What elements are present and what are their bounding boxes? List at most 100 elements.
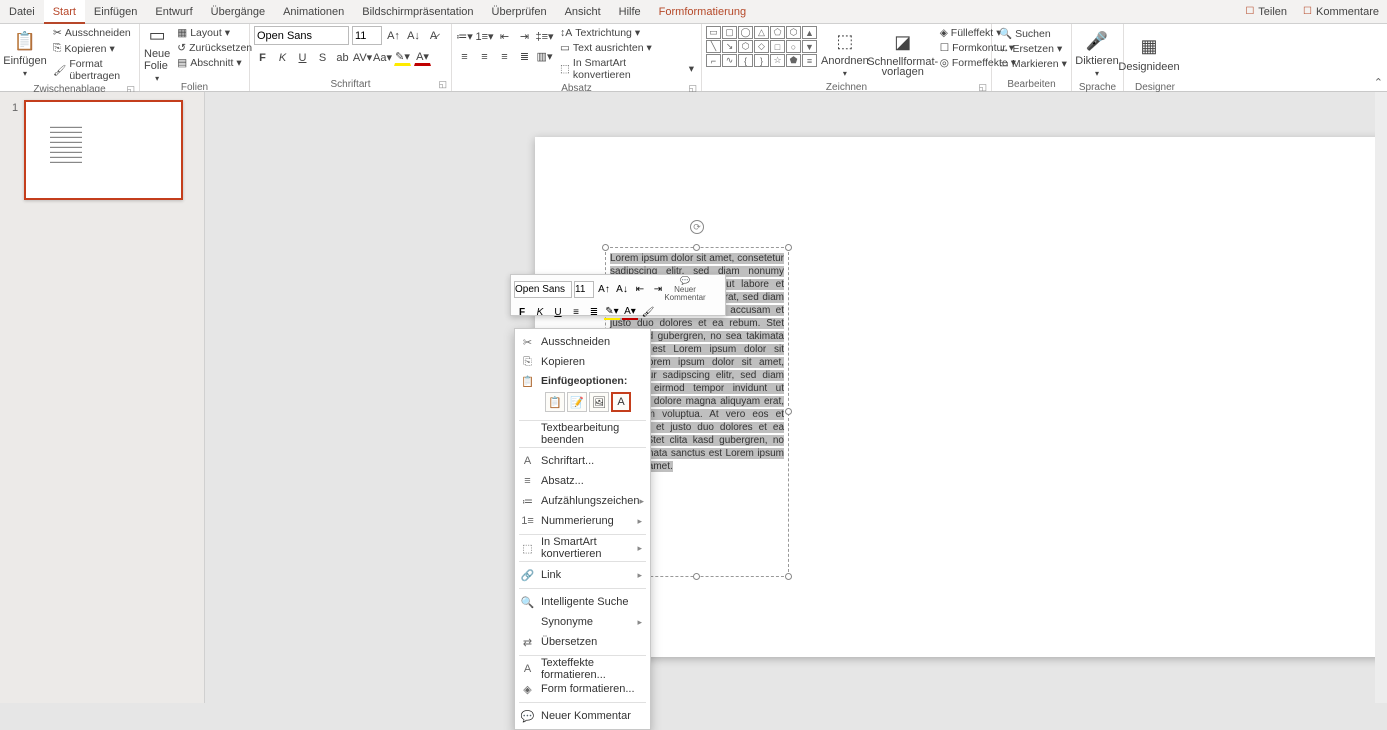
paste-option-keep-source[interactable]: 📋: [545, 392, 565, 412]
spacing-button[interactable]: AV▾: [354, 49, 371, 66]
mini-shrink-font[interactable]: A↓: [614, 281, 630, 297]
align-center-button[interactable]: ≡: [476, 48, 493, 65]
shapes-gallery[interactable]: ▭▢◯△⬠⬡▲ ╲↘⬡◇□○▼ ⌐∿{}☆⬟≡: [706, 26, 817, 67]
strike-button[interactable]: S: [314, 49, 331, 66]
tab-animationen[interactable]: Animationen: [274, 0, 353, 24]
find-button[interactable]: 🔍 Suchen: [996, 26, 1070, 41]
share-button[interactable]: Teilen: [1237, 6, 1295, 18]
resize-handle[interactable]: [693, 573, 700, 580]
text-direction-button[interactable]: ↕A Textrichtung ▾: [557, 26, 697, 40]
mini-align[interactable]: ≡: [568, 304, 584, 320]
bullets-button[interactable]: ≔▾: [456, 28, 473, 45]
tab-einfuegen[interactable]: Einfügen: [85, 0, 146, 24]
slides-panel[interactable]: 1 ▬▬▬▬▬▬▬▬▬▬▬▬▬▬▬▬▬▬▬▬▬▬▬▬▬▬▬▬▬▬▬▬▬▬▬▬▬▬…: [0, 92, 205, 703]
vertical-scrollbar[interactable]: [1375, 92, 1387, 703]
justify-button[interactable]: ≣: [516, 48, 533, 65]
italic-button[interactable]: K: [274, 49, 291, 66]
tab-start[interactable]: Start: [44, 0, 85, 24]
tab-formformatierung[interactable]: Formformatierung: [650, 0, 755, 24]
columns-button[interactable]: ▥▾: [536, 48, 553, 65]
resize-handle[interactable]: [693, 244, 700, 251]
mini-bold[interactable]: F: [514, 304, 530, 320]
select-button[interactable]: ▭ Markieren ▾: [996, 57, 1070, 71]
numbering-button[interactable]: 1≡▾: [476, 28, 493, 45]
tab-datei[interactable]: Datei: [0, 0, 44, 24]
copy-button[interactable]: ⎘ Kopieren ▾: [50, 41, 135, 56]
layout-button[interactable]: ▦ Layout ▾: [174, 26, 255, 40]
ctx-link[interactable]: 🔗Link▸: [515, 565, 650, 585]
tab-uebergaenge[interactable]: Übergänge: [202, 0, 274, 24]
convert-smartart-button[interactable]: ⬚ In SmartArt konvertieren ▾: [557, 56, 697, 82]
resize-handle[interactable]: [602, 244, 609, 251]
bold-button[interactable]: F: [254, 49, 271, 66]
ctx-text-effects[interactable]: ATexteffekte formatieren...: [515, 659, 650, 679]
ctx-exit-text-edit[interactable]: Textbearbeitung beenden: [515, 424, 650, 444]
ctx-cut[interactable]: ✂Ausschneiden: [515, 332, 650, 352]
tab-ansicht[interactable]: Ansicht: [556, 0, 610, 24]
new-slide-button[interactable]: ▭Neue Folie▾: [144, 26, 170, 81]
ctx-format-shape[interactable]: ◈Form formatieren...: [515, 679, 650, 699]
section-button[interactable]: ▤ Abschnitt ▾: [174, 56, 255, 70]
font-color-button[interactable]: A▾: [414, 49, 431, 66]
align-right-button[interactable]: ≡: [496, 48, 513, 65]
mini-font-size[interactable]: [574, 281, 594, 298]
ctx-translate[interactable]: ⇄Übersetzen: [515, 632, 650, 652]
ctx-copy[interactable]: ⎘Kopieren: [515, 352, 650, 372]
shadow-button[interactable]: ab: [334, 49, 351, 66]
slide-thumbnail-1[interactable]: 1 ▬▬▬▬▬▬▬▬▬▬▬▬▬▬▬▬▬▬▬▬▬▬▬▬▬▬▬▬▬▬▬▬▬▬▬▬▬▬…: [24, 100, 183, 200]
design-ideas-button[interactable]: ▦Designideen: [1128, 26, 1170, 81]
grow-font-button[interactable]: A↑: [385, 27, 402, 44]
tab-entwurf[interactable]: Entwurf: [146, 0, 201, 24]
mini-underline[interactable]: U: [550, 304, 566, 320]
tab-hilfe[interactable]: Hilfe: [610, 0, 650, 24]
rotate-handle[interactable]: ⟳: [690, 220, 704, 234]
ctx-numbering[interactable]: 1≡Nummerierung▸: [515, 511, 650, 531]
indent-dec-button[interactable]: ⇤: [496, 28, 513, 45]
ctx-new-comment[interactable]: 💬Neuer Kommentar: [515, 706, 650, 726]
comments-button[interactable]: Kommentare: [1295, 6, 1387, 18]
underline-button[interactable]: U: [294, 49, 311, 66]
indent-inc-button[interactable]: ⇥: [516, 28, 533, 45]
mini-grow-font[interactable]: A↑: [596, 281, 612, 297]
mini-font-name[interactable]: [514, 281, 572, 298]
resize-handle[interactable]: [785, 573, 792, 580]
paste-option-text-only[interactable]: A: [611, 392, 631, 412]
format-painter-button[interactable]: 🖌 Format übertragen: [50, 57, 135, 83]
mini-italic[interactable]: K: [532, 304, 548, 320]
mini-new-comment[interactable]: 💬Neuer Kommentar: [668, 276, 702, 302]
replace-button[interactable]: ↔ Ersetzen ▾: [996, 42, 1070, 56]
font-size-select[interactable]: [352, 26, 382, 45]
paste-button[interactable]: 📋Einfügen▾: [4, 26, 46, 81]
mini-align2[interactable]: ≣: [586, 304, 602, 320]
mini-indent-dec[interactable]: ⇤: [632, 281, 648, 297]
clear-format-button[interactable]: A̷: [425, 27, 442, 44]
slide-canvas[interactable]: ⟳ Lorem ipsum dolor sit amet, consetetur…: [205, 92, 1387, 703]
ctx-convert-smartart[interactable]: ⬚In SmartArt konvertieren▸: [515, 538, 650, 558]
change-case-button[interactable]: Aa▾: [374, 49, 391, 66]
font-name-select[interactable]: [254, 26, 349, 45]
ctx-paragraph[interactable]: ≡Absatz...: [515, 471, 650, 491]
collapse-ribbon-button[interactable]: ⌃: [1374, 76, 1383, 89]
ctx-synonyms[interactable]: Synonyme▸: [515, 612, 650, 632]
mini-highlight[interactable]: ✎▾: [604, 304, 620, 320]
tab-ueberpruefen[interactable]: Überprüfen: [483, 0, 556, 24]
ctx-smart-lookup[interactable]: 🔍Intelligente Suche: [515, 592, 650, 612]
ctx-font[interactable]: ASchriftart...: [515, 451, 650, 471]
arrange-button[interactable]: ⬚Anordnen▾: [821, 26, 869, 81]
highlight-button[interactable]: ✎▾: [394, 49, 411, 66]
mini-font-color[interactable]: A▾: [622, 304, 638, 320]
linespacing-button[interactable]: ‡≡▾: [536, 28, 553, 45]
paste-option-merge[interactable]: 📝: [567, 392, 587, 412]
mini-format-painter[interactable]: 🖌: [640, 304, 656, 320]
ctx-bullets[interactable]: ≔Aufzählungszeichen▸: [515, 491, 650, 511]
dictate-button[interactable]: 🎤Diktieren▾: [1076, 26, 1118, 81]
shrink-font-button[interactable]: A↓: [405, 27, 422, 44]
reset-button[interactable]: ↺ Zurücksetzen: [174, 41, 255, 55]
tab-bildschirmpraesentation[interactable]: Bildschirmpräsentation: [353, 0, 482, 24]
resize-handle[interactable]: [785, 244, 792, 251]
paste-option-picture[interactable]: 🖼: [589, 392, 609, 412]
cut-button[interactable]: ✂ Ausschneiden: [50, 26, 135, 40]
align-left-button[interactable]: ≡: [456, 48, 473, 65]
quick-styles-button[interactable]: ◪Schnellformat- vorlagen: [873, 26, 933, 81]
resize-handle[interactable]: [785, 408, 792, 415]
